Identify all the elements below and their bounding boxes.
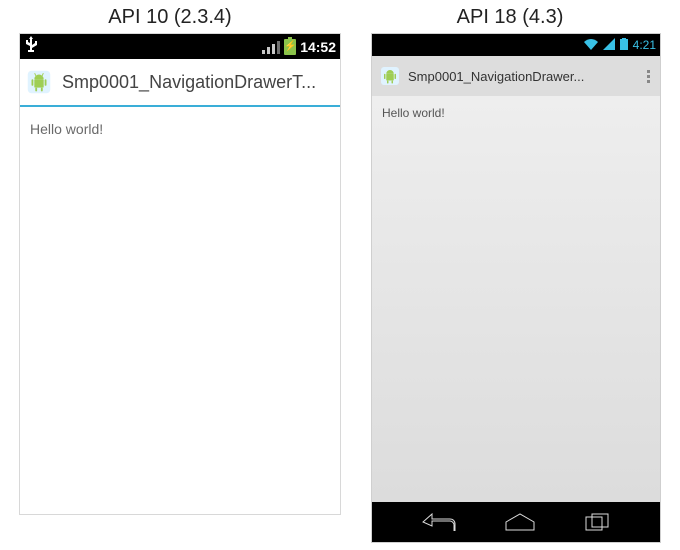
device-api10: ⚡ 14:52 Smp0001_NavigationDrawerT... xyxy=(20,34,340,514)
home-button[interactable] xyxy=(505,513,535,531)
statusbar-time: 4:21 xyxy=(633,38,656,52)
col-label-right: API 18 (4.3) xyxy=(340,6,680,29)
actionbar-api10: Smp0001_NavigationDrawerT... xyxy=(20,59,340,107)
navigation-bar xyxy=(372,502,660,542)
actionbar-title: Smp0001_NavigationDrawer... xyxy=(408,69,584,84)
wifi-icon xyxy=(584,38,598,53)
statusbar-api18: 4:21 xyxy=(372,34,660,56)
usb-icon xyxy=(24,36,38,57)
content-area-api10: Hello world! xyxy=(20,107,340,514)
back-button[interactable] xyxy=(422,513,456,531)
recent-apps-button[interactable] xyxy=(585,513,611,531)
overflow-menu-button[interactable] xyxy=(638,61,658,91)
android-app-icon xyxy=(24,67,54,97)
col-label-left: API 10 (2.3.4) xyxy=(0,6,340,29)
statusbar-api10: ⚡ 14:52 xyxy=(20,34,340,59)
android-app-icon xyxy=(378,64,402,88)
content-area-api18: Hello world! xyxy=(372,96,660,502)
signal-icon xyxy=(603,38,615,53)
statusbar-time: 14:52 xyxy=(300,39,336,55)
hello-text: Hello world! xyxy=(382,106,445,120)
hello-text: Hello world! xyxy=(30,121,103,137)
actionbar-api18: Smp0001_NavigationDrawer... xyxy=(372,56,660,96)
actionbar-title: Smp0001_NavigationDrawerT... xyxy=(62,72,316,93)
device-api18: 4:21 Smp0001_NavigationDrawer... Hello w… xyxy=(372,34,660,542)
battery-icon xyxy=(620,38,628,53)
battery-charging-icon: ⚡ xyxy=(284,39,296,55)
signal-icon xyxy=(262,40,280,54)
